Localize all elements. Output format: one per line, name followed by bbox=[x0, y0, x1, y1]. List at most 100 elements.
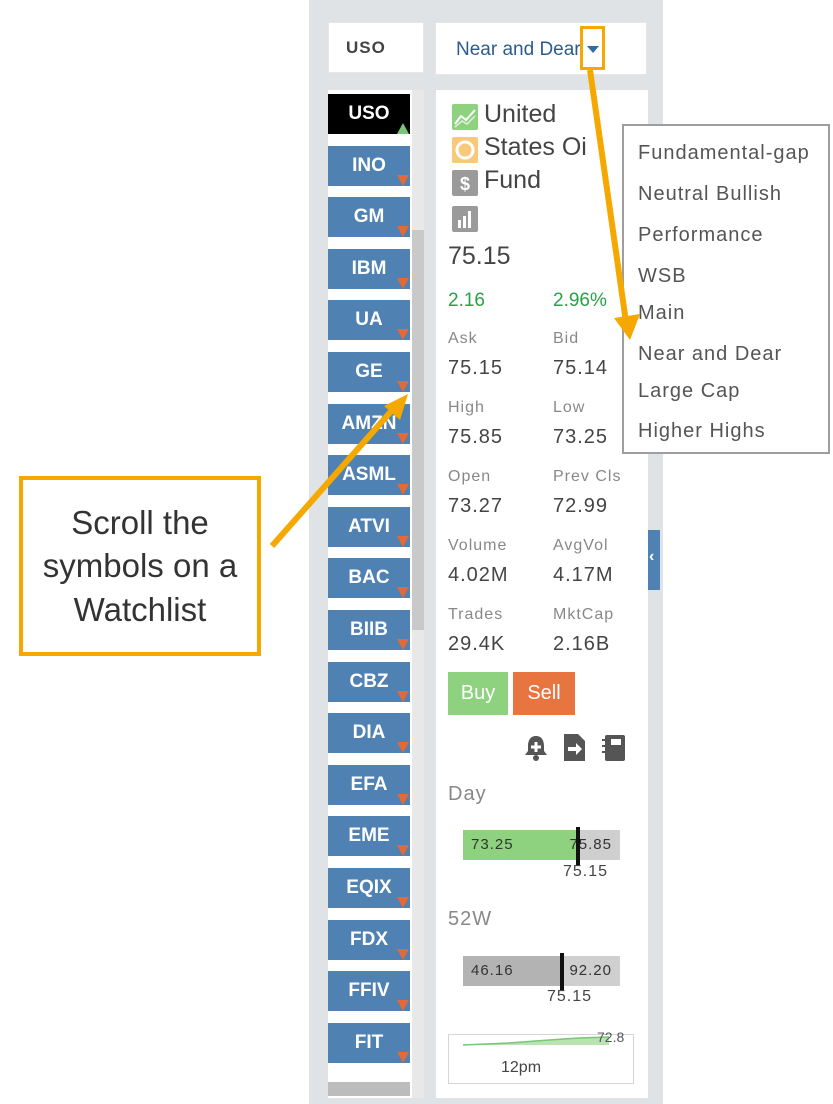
mini-chart-time: 12pm bbox=[501, 1059, 542, 1076]
symbol-button-ffiv[interactable]: FFIV bbox=[328, 971, 410, 1012]
dropdown-item[interactable]: Large Cap bbox=[638, 380, 740, 403]
triangle-down-icon bbox=[397, 639, 409, 650]
symbol-list[interactable]: USO INO GM IBM UA GE AMZN ASML ATVI BAC BIIB CBZ DIA… bbox=[328, 90, 424, 1098]
triangle-down-icon bbox=[397, 277, 409, 289]
stat-value: 73.27 bbox=[448, 495, 504, 517]
symbol-button-eqix[interactable]: EQIX bbox=[328, 868, 410, 908]
symbol-ticker: EQIX bbox=[346, 877, 392, 898]
triangle-down-icon bbox=[397, 1000, 409, 1012]
symbol-button-ino[interactable]: INO bbox=[328, 145, 410, 186]
stat-value: 73.25 bbox=[553, 426, 609, 448]
day-range-bar: 73.25 75.85 bbox=[463, 827, 620, 865]
sell-button[interactable]: Sell bbox=[513, 672, 575, 715]
dropdown-item[interactable]: Fundamental-gap bbox=[638, 142, 810, 165]
collapse-panel-tab[interactable]: ‹ bbox=[648, 530, 660, 590]
alert-bell-icon[interactable] bbox=[522, 732, 550, 762]
symbol-button-ge[interactable]: GE bbox=[328, 352, 410, 392]
triangle-down-icon bbox=[397, 432, 409, 444]
week52-range-bar: 46.16 92.20 bbox=[463, 953, 620, 991]
svg-text:$: $ bbox=[460, 174, 470, 194]
triangle-down-icon bbox=[397, 329, 409, 341]
watchlist-selector[interactable]: Near and Dear bbox=[435, 22, 647, 75]
week52-range-title: 52W bbox=[448, 908, 493, 930]
symbol-button-gm[interactable]: GM bbox=[328, 197, 410, 238]
symbol-button-asml[interactable]: ASML bbox=[328, 455, 410, 496]
week52-range-current: 75.15 bbox=[547, 988, 593, 1005]
symbol-ticker: FDX bbox=[350, 928, 388, 950]
dropdown-item[interactable]: Neutral Bullish bbox=[638, 183, 782, 206]
stat-label: AvgVol bbox=[553, 537, 609, 554]
symbol-button-cbz[interactable]: CBZ bbox=[328, 661, 410, 702]
symbol-ticker: USO bbox=[348, 103, 390, 124]
week52-range-low: 46.16 bbox=[471, 962, 514, 979]
symbol-button-bac[interactable]: BAC bbox=[328, 558, 410, 599]
circle-icon bbox=[452, 137, 478, 163]
symbol-button-fdx[interactable]: FDX bbox=[328, 919, 410, 960]
day-range-title: Day bbox=[448, 783, 487, 805]
symbol-input[interactable]: USO bbox=[328, 22, 424, 73]
watchlist-name: Near and Dear bbox=[456, 39, 581, 60]
stat-label: Volume bbox=[448, 537, 508, 554]
stat-label: Prev Cls bbox=[553, 468, 622, 485]
dropdown-item[interactable]: Higher Highs bbox=[638, 420, 766, 443]
stat-value: 75.15 bbox=[448, 357, 504, 379]
day-range-marker bbox=[575, 827, 580, 865]
price-change-percent: 2.96% bbox=[553, 290, 607, 311]
dropdown-item[interactable]: Main bbox=[638, 302, 685, 325]
triangle-down-icon bbox=[397, 845, 409, 857]
triangle-down-icon bbox=[397, 535, 409, 547]
stat-value: 4.17M bbox=[553, 564, 614, 586]
symbol-button-ibm[interactable]: IBM bbox=[328, 248, 410, 289]
buy-button[interactable]: Buy bbox=[448, 672, 508, 715]
symbol-button-dia[interactable]: DIA bbox=[328, 713, 410, 754]
stat-value: 2.16B bbox=[553, 633, 611, 655]
stat-value: 75.85 bbox=[448, 426, 504, 448]
callout-text: Scroll the symbols on a Watchlist bbox=[42, 503, 238, 628]
watchlist-dropdown-button[interactable] bbox=[580, 26, 605, 70]
symbol-button-atvi[interactable]: ATVI bbox=[328, 506, 410, 547]
symbol-button-fit[interactable]: FIT bbox=[328, 1022, 410, 1063]
dropdown-item[interactable]: WSB bbox=[638, 265, 687, 288]
stat-value: 4.02M bbox=[448, 564, 509, 586]
symbol-ticker: FFIV bbox=[348, 980, 390, 1002]
symbol-ticker: GM bbox=[353, 206, 385, 228]
symbol-button-efa[interactable]: EFA bbox=[328, 764, 410, 805]
annotation-callout: Scroll the symbols on a Watchlist bbox=[19, 476, 261, 656]
symbol-button-amzn[interactable]: AMZN bbox=[328, 403, 410, 444]
dropdown-item[interactable]: Near and Dear bbox=[638, 343, 782, 366]
symbol-button-ua[interactable]: UA bbox=[328, 300, 410, 341]
symbol-ticker: BIIB bbox=[350, 619, 388, 640]
symbol-ticker: EME bbox=[348, 825, 390, 847]
symbol-button-uso[interactable]: USO bbox=[328, 94, 410, 134]
day-range-current: 75.15 bbox=[563, 863, 609, 880]
stat-value: 72.99 bbox=[553, 495, 609, 517]
dollar-icon: $ bbox=[452, 170, 478, 196]
triangle-down-icon bbox=[397, 226, 409, 238]
horizontal-scrollbar[interactable] bbox=[328, 1082, 410, 1096]
triangle-down-icon bbox=[397, 742, 409, 754]
stat-label: Ask bbox=[448, 330, 478, 347]
symbol-button-eme[interactable]: EME bbox=[328, 816, 410, 857]
week52-range-high: 92.20 bbox=[569, 962, 612, 979]
stat-value: 75.14 bbox=[553, 357, 609, 379]
triangle-down-icon bbox=[397, 381, 409, 392]
bar-chart-icon[interactable] bbox=[452, 206, 478, 232]
symbol-ticker: INO bbox=[352, 154, 386, 176]
symbol-ticker: ASML bbox=[342, 464, 396, 486]
fund-name-line-2: States Oi bbox=[484, 133, 587, 161]
last-price: 75.15 bbox=[448, 242, 511, 270]
triangle-down-icon bbox=[397, 948, 409, 960]
symbol-ticker: UA bbox=[355, 309, 383, 331]
notebook-icon[interactable] bbox=[600, 732, 628, 762]
stat-label: MktCap bbox=[553, 606, 615, 623]
dropdown-item[interactable]: Performance bbox=[638, 224, 764, 247]
scrollbar-thumb[interactable] bbox=[412, 230, 424, 630]
triangle-down-icon bbox=[397, 174, 409, 186]
symbol-ticker: AMZN bbox=[341, 412, 397, 434]
stat-label: Trades bbox=[448, 606, 504, 623]
symbol-button-biib[interactable]: BIIB bbox=[328, 610, 410, 650]
watchlist-dropdown-menu[interactable]: Fundamental-gap Neutral Bullish Performanc… bbox=[622, 124, 830, 454]
export-document-icon[interactable] bbox=[560, 732, 588, 762]
week52-range-marker bbox=[559, 953, 564, 991]
mini-chart[interactable]: 72.8 12pm bbox=[448, 1029, 634, 1084]
